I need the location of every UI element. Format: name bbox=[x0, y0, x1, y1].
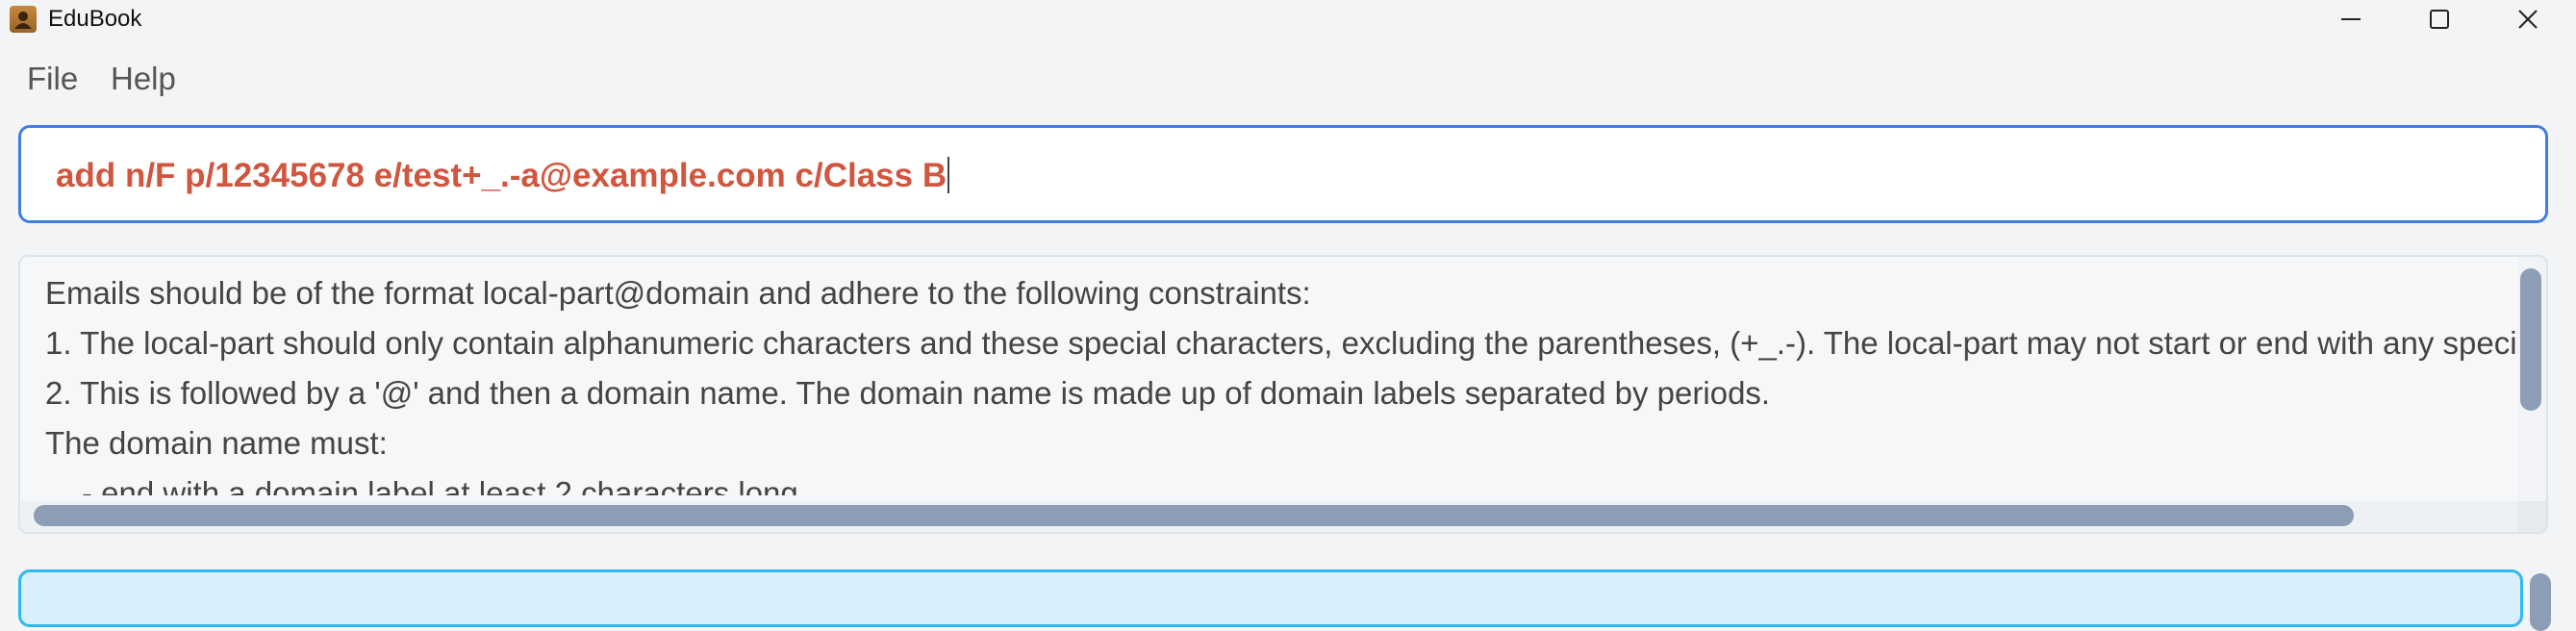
menu-file[interactable]: File bbox=[27, 60, 78, 98]
result-display: Emails should be of the format local-par… bbox=[18, 255, 2548, 534]
result-line: 1. The local-part should only contain al… bbox=[45, 325, 2517, 361]
text-caret bbox=[947, 157, 950, 193]
result-line: 2. This is followed by a '@' and then a … bbox=[45, 375, 1771, 411]
result-line: - end with a domain label at least 2 cha… bbox=[82, 475, 798, 495]
command-input-text: add n/F p/12345678 e/test+_.-a@example.c… bbox=[56, 157, 950, 195]
result-line: The domain name must: bbox=[45, 425, 388, 461]
close-icon bbox=[2518, 10, 2538, 29]
minimize-button[interactable] bbox=[2307, 0, 2395, 40]
title-bar: EduBook bbox=[0, 0, 2576, 40]
person-list-panel[interactable] bbox=[18, 569, 2523, 627]
contact-book-icon bbox=[10, 6, 37, 33]
maximize-button[interactable] bbox=[2395, 0, 2484, 40]
command-input[interactable]: add n/F p/12345678 e/test+_.-a@example.c… bbox=[18, 125, 2548, 223]
menu-help[interactable]: Help bbox=[111, 60, 176, 98]
horizontal-scrollbar-thumb[interactable] bbox=[34, 505, 2354, 526]
maximize-icon bbox=[2430, 10, 2449, 29]
command-value: add n/F p/12345678 e/test+_.-a@example.c… bbox=[56, 157, 947, 194]
minimize-icon bbox=[2341, 18, 2361, 20]
vertical-scrollbar-thumb[interactable] bbox=[2520, 268, 2541, 411]
app-title: EduBook bbox=[48, 6, 142, 32]
scrollbar-corner bbox=[2517, 501, 2546, 532]
result-viewport: Emails should be of the format local-par… bbox=[20, 257, 2517, 495]
close-button[interactable] bbox=[2484, 0, 2572, 40]
result-line: Emails should be of the format local-par… bbox=[45, 275, 1311, 311]
list-scrollbar-thumb[interactable] bbox=[2530, 573, 2551, 631]
